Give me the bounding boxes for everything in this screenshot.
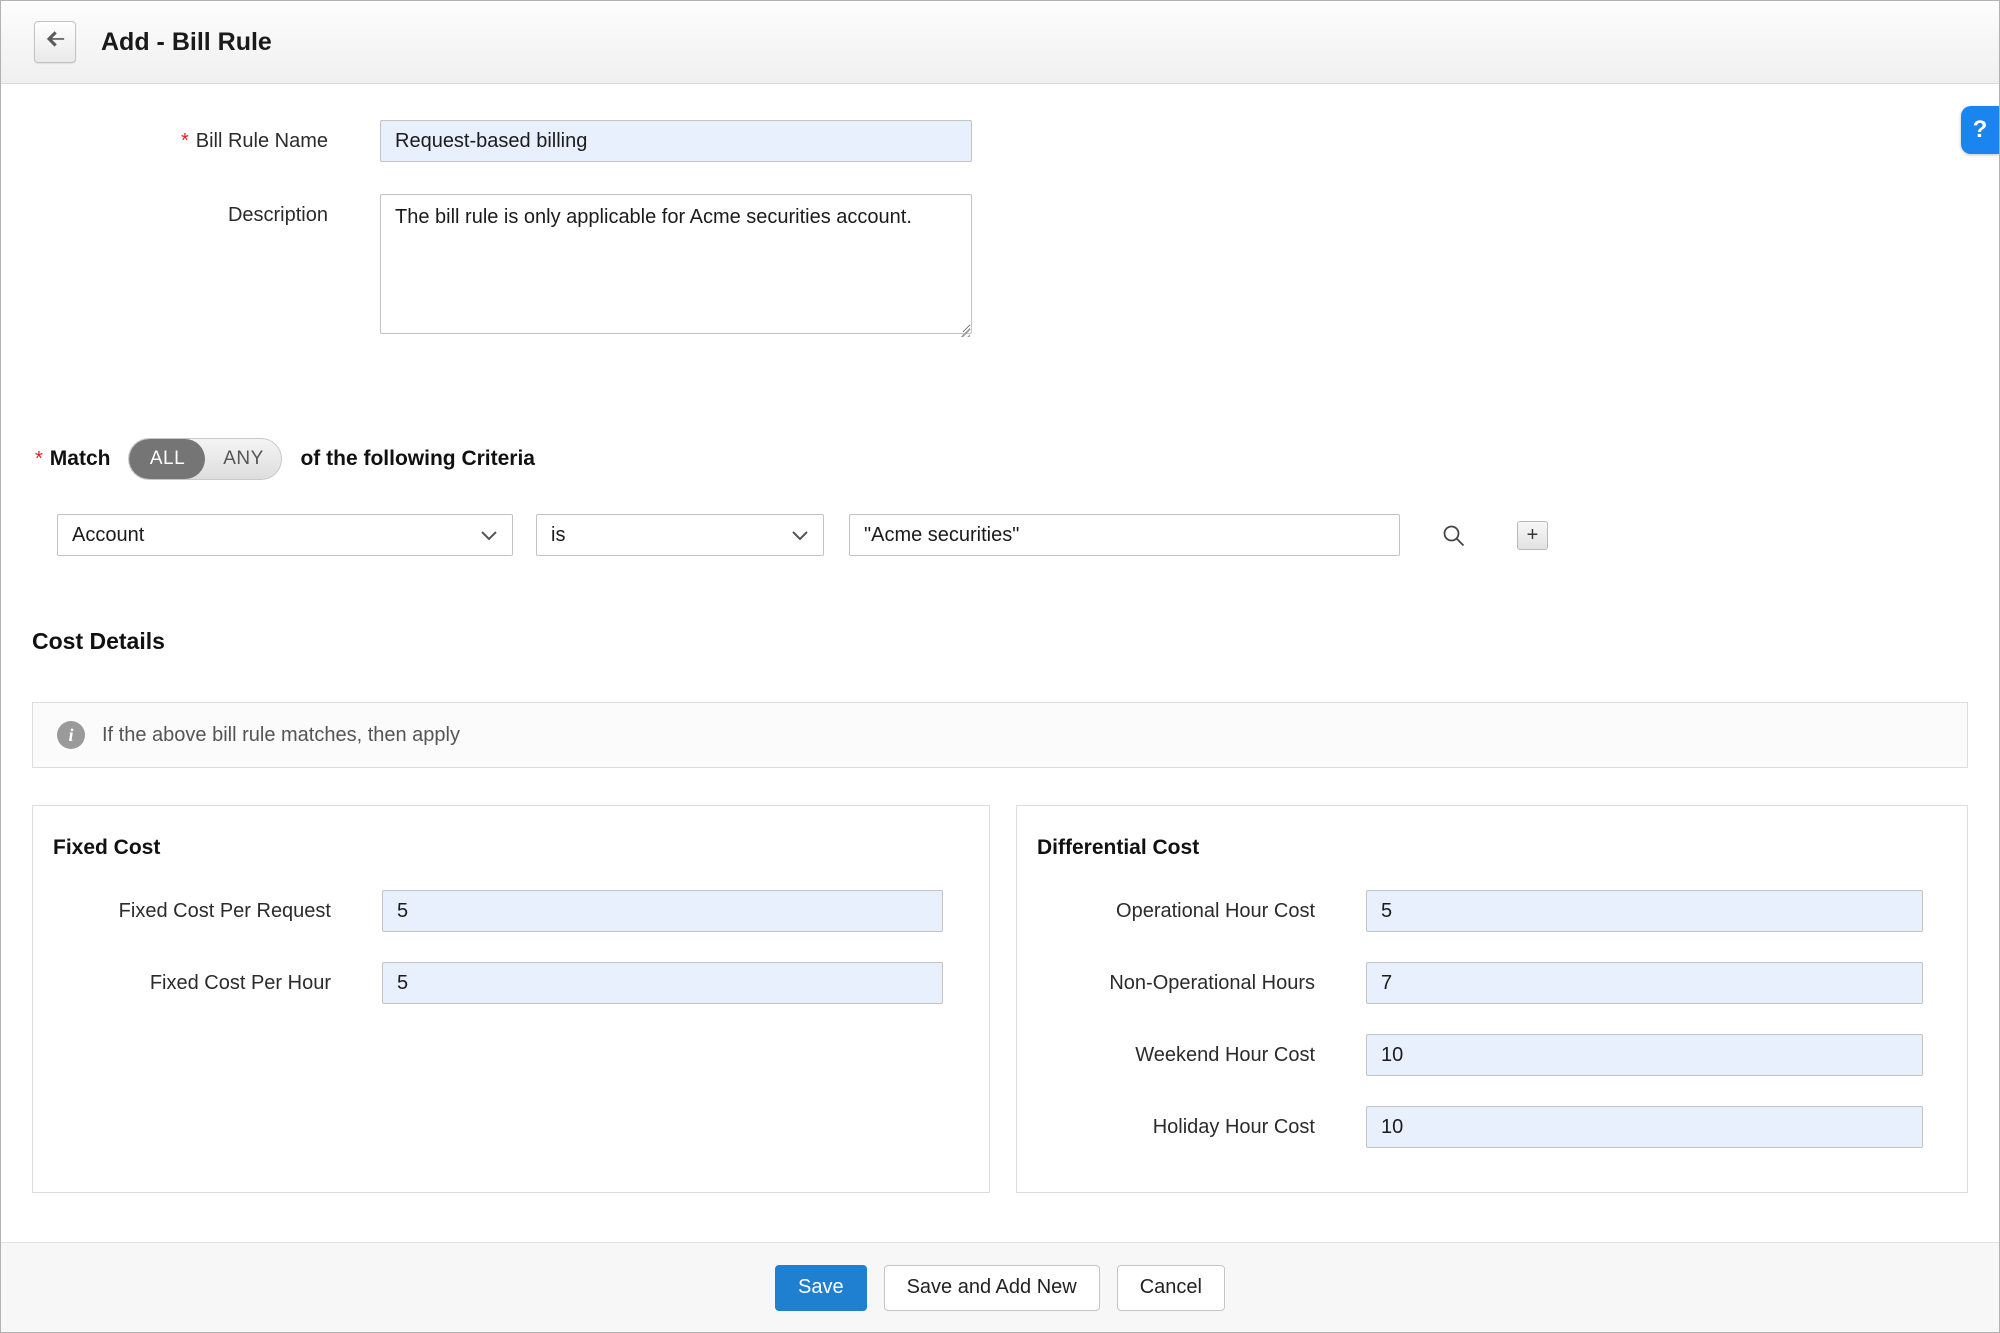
add-criteria-button[interactable]: + <box>1517 521 1548 550</box>
operational-hour-cost-label: Operational Hour Cost <box>1017 900 1315 923</box>
operational-hour-cost-row: Operational Hour Cost <box>1017 890 1967 932</box>
match-label: Match <box>50 447 111 471</box>
info-text: If the above bill rule matches, then app… <box>102 724 460 747</box>
fixed-cost-per-hour-input[interactable] <box>382 962 943 1004</box>
holiday-hour-cost-row: Holiday Hour Cost <box>1017 1106 1967 1148</box>
criteria-field-select[interactable]: Account <box>57 514 513 556</box>
match-option-all[interactable]: ALL <box>129 439 205 479</box>
operational-hour-cost-input[interactable] <box>1366 890 1923 932</box>
differential-cost-title: Differential Cost <box>1017 806 1967 860</box>
bill-rule-form: *Bill Rule Name Description The bill rul… <box>1 84 1999 339</box>
weekend-hour-cost-label: Weekend Hour Cost <box>1017 1044 1315 1067</box>
match-option-any[interactable]: ANY <box>205 439 281 479</box>
criteria-operator-value: is <box>551 524 565 547</box>
match-toggle: ALL ANY <box>128 438 282 480</box>
arrow-left-icon <box>44 28 67 56</box>
question-mark-icon: ? <box>1973 116 1988 144</box>
holiday-hour-cost-input[interactable] <box>1366 1106 1923 1148</box>
criteria-field-value: Account <box>72 524 144 547</box>
match-criteria-row: * Match ALL ANY of the following Criteri… <box>35 438 1999 480</box>
info-bar: i If the above bill rule matches, then a… <box>32 702 1968 768</box>
add-bill-rule-page: Add - Bill Rule ? *Bill Rule Name Descri… <box>0 0 2000 1333</box>
help-tab[interactable]: ? <box>1961 106 1999 154</box>
fixed-cost-per-request-row: Fixed Cost Per Request <box>33 890 989 932</box>
fixed-cost-title: Fixed Cost <box>33 806 989 860</box>
info-icon: i <box>57 721 85 749</box>
differential-cost-panel: Differential Cost Operational Hour Cost … <box>1016 805 1968 1193</box>
cancel-button[interactable]: Cancel <box>1117 1265 1225 1311</box>
weekend-hour-cost-row: Weekend Hour Cost <box>1017 1034 1967 1076</box>
weekend-hour-cost-input[interactable] <box>1366 1034 1923 1076</box>
save-button[interactable]: Save <box>775 1265 867 1311</box>
header-bar: Add - Bill Rule <box>1 1 1999 84</box>
footer-bar: Save Save and Add New Cancel <box>1 1242 1999 1332</box>
description-label: Description <box>1 194 328 227</box>
fixed-cost-panel: Fixed Cost Fixed Cost Per Request Fixed … <box>32 805 990 1193</box>
required-asterisk: * <box>35 448 43 471</box>
criteria-operator-select[interactable]: is <box>536 514 824 556</box>
chevron-down-icon <box>480 524 498 547</box>
non-operational-hours-row: Non-Operational Hours <box>1017 962 1967 1004</box>
search-icon[interactable] <box>1440 522 1467 549</box>
required-asterisk: * <box>181 130 189 152</box>
chevron-down-icon <box>791 524 809 547</box>
non-operational-hours-label: Non-Operational Hours <box>1017 972 1315 995</box>
bill-rule-name-input[interactable] <box>380 120 972 162</box>
description-row: Description The bill rule is only applic… <box>1 194 1999 339</box>
match-suffix-text: of the following Criteria <box>300 447 535 471</box>
cost-panels: Fixed Cost Fixed Cost Per Request Fixed … <box>32 805 1968 1193</box>
save-and-add-new-button[interactable]: Save and Add New <box>884 1265 1100 1311</box>
criteria-value-input[interactable] <box>849 514 1400 556</box>
back-button[interactable] <box>34 21 76 63</box>
bill-rule-name-row: *Bill Rule Name <box>1 120 1999 162</box>
cost-details-heading: Cost Details <box>32 628 1999 655</box>
non-operational-hours-input[interactable] <box>1366 962 1923 1004</box>
fixed-cost-per-request-label: Fixed Cost Per Request <box>33 900 331 923</box>
fixed-cost-per-hour-label: Fixed Cost Per Hour <box>33 972 331 995</box>
holiday-hour-cost-label: Holiday Hour Cost <box>1017 1116 1315 1139</box>
criteria-row: Account is + <box>57 514 1999 556</box>
page-title: Add - Bill Rule <box>101 28 272 57</box>
bill-rule-name-label: *Bill Rule Name <box>1 130 328 153</box>
fixed-cost-per-request-input[interactable] <box>382 890 943 932</box>
fixed-cost-per-hour-row: Fixed Cost Per Hour <box>33 962 989 1004</box>
description-textarea[interactable]: The bill rule is only applicable for Acm… <box>380 194 972 334</box>
